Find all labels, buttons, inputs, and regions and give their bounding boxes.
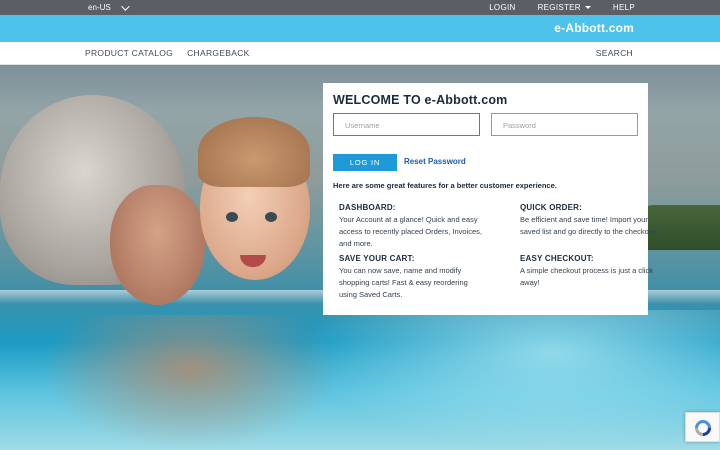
hero-baby-hair xyxy=(198,117,310,187)
hero-underwater xyxy=(40,315,340,450)
hero-baby-eye xyxy=(265,212,277,222)
nav-item-product-catalog[interactable]: PRODUCT CATALOG xyxy=(85,48,173,58)
hero-baby-eye xyxy=(226,212,238,222)
login-button[interactable]: LOG IN xyxy=(333,154,397,171)
nav-items: PRODUCT CATALOG CHARGEBACK xyxy=(85,48,250,58)
login-panel: WELCOME TO e-Abbott.com Username Passwor… xyxy=(323,83,657,315)
register-label: REGISTER xyxy=(537,3,581,12)
feature-quick-order: QUICK ORDER: Be efficient and save time!… xyxy=(520,202,665,238)
hero-water-shine xyxy=(300,310,720,450)
brand-bar: e-Abbott.com xyxy=(0,15,720,42)
features-intro: Here are some great features for a bette… xyxy=(333,181,557,190)
utility-links: LOGIN REGISTER HELP xyxy=(489,3,635,12)
search-link[interactable]: SEARCH xyxy=(596,48,633,58)
help-link[interactable]: HELP xyxy=(613,3,635,12)
password-input[interactable]: Password xyxy=(491,113,638,136)
feature-text: Be efficient and save time! Import your … xyxy=(520,215,658,236)
utility-bar: en-US LOGIN REGISTER HELP xyxy=(0,0,720,15)
username-input[interactable]: Username xyxy=(333,113,480,136)
feature-title: SAVE YOUR CART: xyxy=(339,254,415,263)
locale-selector[interactable]: en-US xyxy=(88,1,130,12)
caret-down-icon xyxy=(584,6,591,10)
login-link[interactable]: LOGIN xyxy=(489,3,515,12)
recaptcha-icon xyxy=(695,420,711,436)
feature-text: A simple checkout process is just a clic… xyxy=(520,266,653,287)
feature-title: DASHBOARD: xyxy=(339,203,396,212)
feature-text: Your Account at a glance! Quick and easy… xyxy=(339,215,482,248)
login-title: WELCOME TO e-Abbott.com xyxy=(333,93,508,107)
feature-title: QUICK ORDER: xyxy=(520,203,582,212)
feature-easy-checkout: EASY CHECKOUT: A simple checkout process… xyxy=(520,253,665,289)
brand-logo[interactable]: e-Abbott.com xyxy=(554,21,634,35)
reset-password-link[interactable]: Reset Password xyxy=(404,157,466,166)
hero-grandmother-face xyxy=(110,185,205,305)
feature-text: You can now save, name and modify shoppi… xyxy=(339,266,468,299)
chevron-down-icon xyxy=(120,1,130,11)
locale-label: en-US xyxy=(88,3,111,12)
register-menu[interactable]: REGISTER xyxy=(538,3,591,12)
feature-save-cart: SAVE YOUR CART: You can now save, name a… xyxy=(339,253,484,301)
nav-item-chargeback[interactable]: CHARGEBACK xyxy=(187,48,250,58)
main-nav: PRODUCT CATALOG CHARGEBACK SEARCH xyxy=(0,42,720,65)
feature-dashboard: DASHBOARD: Your Account at a glance! Qui… xyxy=(339,202,484,250)
feature-title: EASY CHECKOUT: xyxy=(520,254,594,263)
recaptcha-badge[interactable] xyxy=(685,412,720,442)
